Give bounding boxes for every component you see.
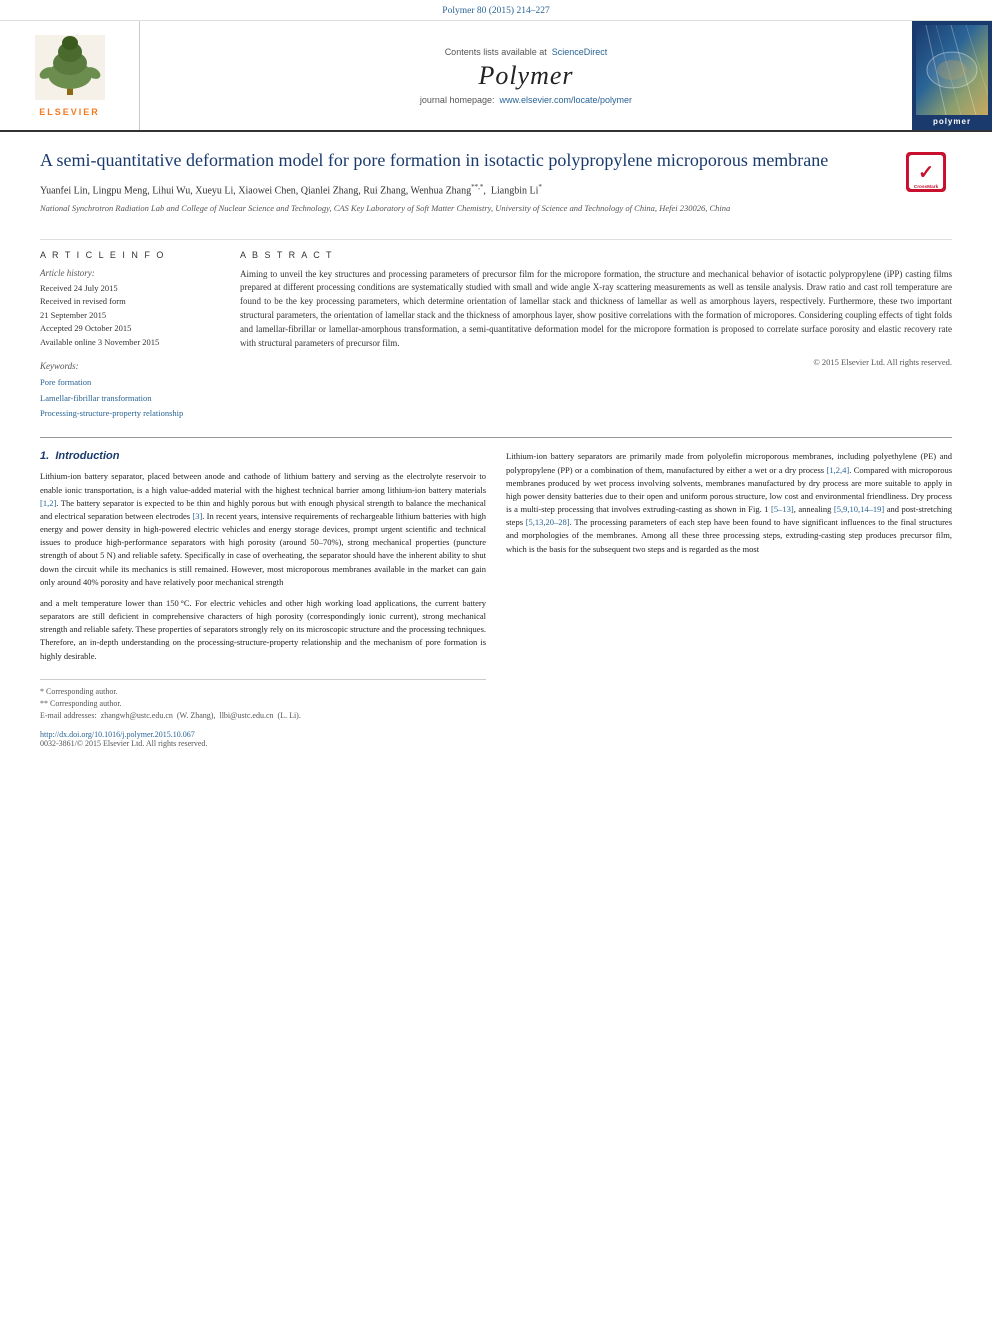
abstract-header: A B S T R A C T bbox=[240, 250, 952, 260]
crossmark-icon: ✓ CrossMark bbox=[906, 152, 946, 192]
body-section: 1. Introduction Lithium-ion battery sepa… bbox=[40, 450, 952, 747]
elsevier-logo-box: ELSEVIER bbox=[0, 21, 140, 130]
intro-para-left-1: and a melt temperature lower than 150 °C… bbox=[40, 597, 486, 663]
cover-image-svg bbox=[916, 25, 988, 115]
authors-line: Yuanfei Lin, Lingpu Meng, Lihui Wu, Xuey… bbox=[40, 182, 896, 198]
history-item-4: Available online 3 November 2015 bbox=[40, 336, 220, 350]
extra-author: Liangbin Li bbox=[491, 186, 539, 197]
citation-text: Polymer 80 (2015) 214–227 bbox=[442, 6, 549, 16]
issn-line: 0032-3861/© 2015 Elsevier Ltd. All right… bbox=[40, 739, 486, 748]
intro-heading: 1. Introduction bbox=[40, 450, 486, 462]
footnote-double-star: ** Corresponding author. bbox=[40, 698, 486, 710]
info-abstract-section: A R T I C L E I N F O Article history: R… bbox=[40, 239, 952, 422]
email-label: E-mail addresses: bbox=[40, 711, 97, 720]
footnote-emails: E-mail addresses: zhangwh@ustc.edu.cn (W… bbox=[40, 710, 486, 722]
email-1-name: (W. Zhang), bbox=[177, 711, 216, 720]
abstract-col: A B S T R A C T Aiming to unveil the key… bbox=[240, 250, 952, 422]
ref-link-6[interactable]: [5,13,20–28] bbox=[526, 517, 570, 527]
journal-name: Polymer bbox=[478, 61, 573, 91]
abstract-text: Aiming to unveil the key structures and … bbox=[240, 268, 952, 352]
history-item-3: Accepted 29 October 2015 bbox=[40, 322, 220, 336]
article-info-header: A R T I C L E I N F O bbox=[40, 250, 220, 260]
author-sup1: **,* bbox=[471, 183, 483, 191]
section-number: 1. bbox=[40, 450, 49, 462]
keywords-label: Keywords: bbox=[40, 361, 220, 371]
article-title-section: A semi-quantitative deformation model fo… bbox=[40, 148, 952, 229]
author-sup2: * bbox=[538, 183, 542, 191]
page-wrapper: Polymer 80 (2015) 214–227 bbox=[0, 0, 992, 1323]
keyword-2: Processing-structure-property relationsh… bbox=[40, 406, 220, 421]
journal-center: Contents lists available at ScienceDirec… bbox=[140, 21, 912, 130]
keyword-0: Pore formation bbox=[40, 375, 220, 390]
elsevier-wordmark: ELSEVIER bbox=[35, 107, 105, 117]
affiliation: National Synchrotron Radiation Lab and C… bbox=[40, 203, 896, 215]
article-title-area: A semi-quantitative deformation model fo… bbox=[40, 148, 896, 221]
ref-link-1[interactable]: [1,2] bbox=[40, 498, 56, 508]
footnotes-area: * Corresponding author. ** Corresponding… bbox=[40, 679, 486, 722]
svg-text:✓: ✓ bbox=[918, 163, 934, 184]
homepage-link[interactable]: www.elsevier.com/locate/polymer bbox=[500, 95, 633, 105]
crossmark-svg: ✓ CrossMark bbox=[908, 153, 944, 191]
elsevier-tree-icon bbox=[35, 35, 105, 100]
contents-prefix: Contents lists available at bbox=[445, 47, 547, 57]
article-content: A semi-quantitative deformation model fo… bbox=[0, 132, 992, 768]
intro-para-left-0: Lithium-ion battery separator, placed be… bbox=[40, 470, 486, 589]
crossmark-box: ✓ CrossMark bbox=[906, 148, 952, 192]
body-left-col: 1. Introduction Lithium-ion battery sepa… bbox=[40, 450, 486, 747]
journal-homepage: journal homepage: www.elsevier.com/locat… bbox=[420, 95, 632, 105]
history-item-1: Received in revised form bbox=[40, 295, 220, 309]
cover-label: polymer bbox=[933, 117, 971, 126]
history-label: Article history: bbox=[40, 268, 220, 278]
authors-text: Yuanfei Lin, Lingpu Meng, Lihui Wu, Xuey… bbox=[40, 186, 471, 197]
article-title: A semi-quantitative deformation model fo… bbox=[40, 148, 896, 172]
copyright-line: © 2015 Elsevier Ltd. All rights reserved… bbox=[240, 357, 952, 367]
keywords-section: Keywords: Pore formation Lamellar-fibril… bbox=[40, 361, 220, 421]
section-title: Introduction bbox=[55, 450, 119, 462]
homepage-prefix: journal homepage: bbox=[420, 95, 495, 105]
ref-link-5[interactable]: [5,9,10,14–19] bbox=[834, 504, 884, 514]
body-right-col: Lithium-ion battery separators are prima… bbox=[506, 450, 952, 747]
article-info-col: A R T I C L E I N F O Article history: R… bbox=[40, 250, 220, 422]
email-2-name: (L. Li). bbox=[278, 711, 301, 720]
citation-bar: Polymer 80 (2015) 214–227 bbox=[0, 0, 992, 21]
history-item-0: Received 24 July 2015 bbox=[40, 282, 220, 296]
keyword-1: Lamellar-fibrillar transformation bbox=[40, 391, 220, 406]
sciencedirect-link[interactable]: ScienceDirect bbox=[552, 47, 608, 57]
polymer-cover-box: polymer bbox=[912, 21, 992, 130]
ref-link-2[interactable]: [3] bbox=[192, 511, 202, 521]
footnote-single-star: * Corresponding author. bbox=[40, 686, 486, 698]
doi-line: http://dx.doi.org/10.1016/j.polymer.2015… bbox=[40, 730, 486, 739]
ref-link-3[interactable]: [1,2,4] bbox=[827, 465, 850, 475]
journal-header: ELSEVIER Contents lists available at Sci… bbox=[0, 21, 992, 132]
elsevier-visual: ELSEVIER bbox=[31, 31, 109, 121]
polymer-cover-image bbox=[916, 25, 988, 115]
svg-text:CrossMark: CrossMark bbox=[914, 184, 939, 190]
section-divider bbox=[40, 437, 952, 438]
email-2-link[interactable]: llbi@ustc.edu.cn bbox=[219, 711, 273, 720]
history-item-2: 21 September 2015 bbox=[40, 309, 220, 323]
contents-line: Contents lists available at ScienceDirec… bbox=[445, 47, 608, 57]
ref-link-4[interactable]: [5–13] bbox=[771, 504, 794, 514]
doi-link[interactable]: http://dx.doi.org/10.1016/j.polymer.2015… bbox=[40, 730, 195, 739]
intro-para-right-0: Lithium-ion battery separators are prima… bbox=[506, 450, 952, 555]
email-1-link[interactable]: zhangwh@ustc.edu.cn bbox=[101, 711, 173, 720]
